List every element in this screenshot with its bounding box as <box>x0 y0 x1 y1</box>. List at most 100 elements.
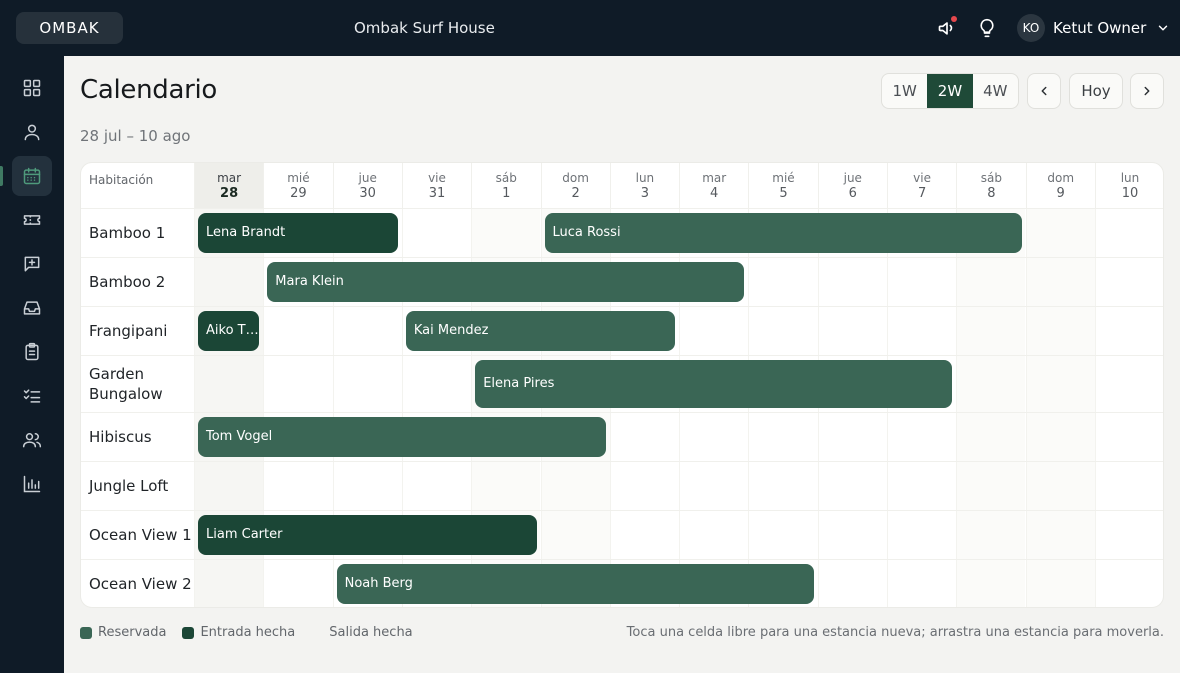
calendar-cell[interactable] <box>1095 461 1163 510</box>
sidebar-item-inbox[interactable] <box>12 288 52 328</box>
prev-button[interactable] <box>1027 73 1061 109</box>
calendar-cell[interactable] <box>818 412 887 461</box>
sidebar-item-calendar[interactable] <box>12 156 52 196</box>
booking-bar[interactable]: Luca Rossi <box>544 212 1022 253</box>
view-1w-button[interactable]: 1W <box>882 74 927 108</box>
calendar-cell[interactable] <box>818 559 887 607</box>
sidebar-item-guests[interactable] <box>12 112 52 152</box>
calendar-cell[interactable] <box>541 510 610 559</box>
calendar-cell[interactable] <box>956 306 1025 355</box>
view-2w-button[interactable]: 2W <box>927 74 973 108</box>
next-button[interactable] <box>1130 73 1164 109</box>
today-button[interactable]: Hoy <box>1069 73 1123 109</box>
calendar-cell[interactable] <box>1026 510 1095 559</box>
sidebar-item-dashboard[interactable] <box>12 68 52 108</box>
calendar-cell[interactable] <box>956 461 1025 510</box>
calendar-cell[interactable] <box>956 412 1025 461</box>
calendar-cell[interactable] <box>1095 412 1163 461</box>
calendar-cell[interactable] <box>818 510 887 559</box>
booking-bar[interactable]: Aiko T… <box>198 310 260 351</box>
calendar-cell[interactable] <box>887 510 956 559</box>
calendar-cell[interactable] <box>194 355 263 412</box>
megaphone-icon[interactable] <box>936 16 958 39</box>
sidebar-item-tasks[interactable] <box>12 332 52 372</box>
calendar-cell[interactable] <box>402 208 471 257</box>
calendar-cell[interactable] <box>1095 510 1163 559</box>
calendar-cell[interactable] <box>818 257 887 306</box>
calendar-cell[interactable] <box>956 559 1025 607</box>
calendar-cell[interactable] <box>1095 306 1163 355</box>
day-header: dom 2 <box>540 163 610 208</box>
calendar-cell[interactable] <box>1026 559 1095 607</box>
calendar-cell[interactable] <box>887 461 956 510</box>
calendar-cell[interactable] <box>748 510 817 559</box>
view-4w-button[interactable]: 4W <box>973 74 1018 108</box>
calendar-cell[interactable] <box>1026 355 1095 412</box>
calendar-cell[interactable] <box>610 461 679 510</box>
calendar-cell[interactable] <box>1026 257 1095 306</box>
calendar-cell[interactable] <box>333 306 402 355</box>
calendar-cell[interactable] <box>333 461 402 510</box>
calendar-cell[interactable] <box>1095 559 1163 607</box>
calendar-cell[interactable] <box>402 355 471 412</box>
booking-bar[interactable]: Elena Pires <box>475 359 953 408</box>
booking-bar[interactable]: Noah Berg <box>336 563 814 604</box>
calendar-cell[interactable] <box>194 461 263 510</box>
calendar-cell[interactable] <box>887 257 956 306</box>
calendar-cell[interactable] <box>956 510 1025 559</box>
calendar-cell[interactable] <box>679 306 748 355</box>
calendar-cell[interactable] <box>956 257 1025 306</box>
calendar-cell[interactable] <box>1026 306 1095 355</box>
calendar-cell[interactable] <box>610 412 679 461</box>
calendar-cell[interactable] <box>748 306 817 355</box>
calendar-cell[interactable] <box>887 412 956 461</box>
calendar-cell[interactable] <box>402 461 471 510</box>
legend-checked-in: Entrada hecha <box>182 625 295 640</box>
sidebar-item-tickets[interactable] <box>12 200 52 240</box>
lightbulb-icon[interactable] <box>976 17 998 39</box>
calendar-cell[interactable] <box>1026 208 1095 257</box>
calendar-cell[interactable] <box>263 306 332 355</box>
calendar-cell[interactable] <box>818 461 887 510</box>
calendar-cell[interactable] <box>1095 257 1163 306</box>
calendar-cell[interactable] <box>471 208 540 257</box>
day-header: lun 3 <box>609 163 679 208</box>
sidebar-item-checklist[interactable] <box>12 376 52 416</box>
calendar-cell[interactable] <box>887 306 956 355</box>
calendar-cell[interactable] <box>679 412 748 461</box>
property-name[interactable]: Ombak Surf House <box>354 19 495 37</box>
calendar-cell[interactable] <box>679 510 748 559</box>
booking-bar[interactable]: Kai Mendez <box>405 310 676 351</box>
legend-swatch <box>182 626 195 639</box>
booking-bar[interactable]: Lena Brandt <box>198 212 398 253</box>
calendar-cell[interactable] <box>748 412 817 461</box>
day-name: jue <box>843 171 862 185</box>
calendar-cell[interactable] <box>748 461 817 510</box>
calendar-cell[interactable] <box>263 355 332 412</box>
calendar-cell[interactable] <box>471 461 540 510</box>
calendar-cell[interactable] <box>1095 208 1163 257</box>
calendar-cell[interactable] <box>748 257 817 306</box>
user-menu[interactable]: KO Ketut Owner <box>1017 14 1170 42</box>
calendar-cell[interactable] <box>263 461 332 510</box>
calendar-cell[interactable] <box>679 461 748 510</box>
sidebar-item-messages[interactable] <box>12 244 52 284</box>
booking-bar[interactable]: Liam Carter <box>198 514 537 555</box>
calendar-cell[interactable] <box>1026 461 1095 510</box>
calendar-cell[interactable] <box>610 510 679 559</box>
booking-bar[interactable]: Mara Klein <box>267 261 745 302</box>
calendar-cell[interactable] <box>333 355 402 412</box>
calendar-cell[interactable] <box>818 306 887 355</box>
calendar-cell[interactable] <box>541 461 610 510</box>
logo[interactable]: OMBAK <box>16 12 123 44</box>
sidebar-item-team[interactable] <box>12 420 52 460</box>
calendar-cell[interactable] <box>194 559 263 607</box>
calendar-cell[interactable] <box>956 355 1025 412</box>
calendar-cell[interactable] <box>887 559 956 607</box>
booking-bar[interactable]: Tom Vogel <box>198 416 606 457</box>
calendar-cell[interactable] <box>194 257 263 306</box>
sidebar-item-reports[interactable] <box>12 464 52 504</box>
calendar-cell[interactable] <box>263 559 332 607</box>
calendar-cell[interactable] <box>1026 412 1095 461</box>
calendar-cell[interactable] <box>1095 355 1163 412</box>
